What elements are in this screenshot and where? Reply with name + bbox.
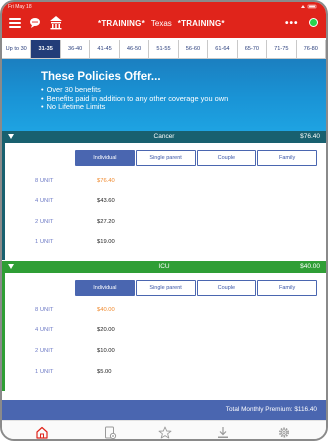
tab-individual[interactable]: Individual [75, 280, 135, 296]
unit-label: 2 UNIT [35, 219, 54, 225]
online-status-dot [309, 18, 318, 27]
age-tab[interactable]: 36-40 [61, 40, 91, 58]
unit-option-row[interactable]: 2 UNIT $10.00 [5, 346, 326, 358]
chat-icon[interactable] [29, 16, 43, 30]
status-bar: Fri May 18 [2, 2, 326, 12]
unit-price: $43.60 [97, 198, 115, 204]
benefit-item: No Lifetime Limits [41, 102, 228, 112]
tab-individual[interactable]: Individual [75, 150, 135, 166]
age-tab[interactable]: 41-45 [90, 40, 120, 58]
section-price: $40.00 [300, 263, 320, 270]
tab-family[interactable]: Family [257, 280, 317, 296]
tab-family[interactable]: Family [257, 150, 317, 166]
tab-couple[interactable]: Couple [196, 150, 257, 166]
unit-label: 4 UNIT [35, 198, 54, 204]
status-icons [300, 4, 318, 11]
policy-benefits-banner: These Policies Offer... Over 30 benefits… [2, 59, 326, 131]
cancer-section-body: Individual Single parent Couple Family 8… [2, 143, 326, 260]
age-tab[interactable]: 65-70 [238, 40, 268, 58]
icu-section-header[interactable]: ICU $40.00 [2, 261, 326, 273]
pavilion-logo-icon[interactable] [49, 15, 63, 30]
document-icon[interactable] [103, 426, 117, 439]
header-state: Texas [150, 19, 172, 28]
benefits-list: Over 30 benefits Benefits paid in additi… [41, 85, 229, 112]
unit-price: $10.00 [97, 348, 115, 354]
download-icon[interactable] [216, 426, 230, 439]
more-options-icon[interactable]: ••• [285, 19, 299, 29]
unit-label: 8 UNIT [35, 307, 54, 313]
unit-price: $20.00 [97, 327, 115, 333]
total-premium-bar: Total Monthly Premium: $116.40 [2, 400, 326, 420]
total-premium: Total Monthly Premium: $116.40 [226, 406, 317, 413]
banner-title: These Policies Offer... [41, 71, 161, 83]
header-title: *TRAINING* Texas *TRAINING* [98, 19, 225, 28]
age-tab[interactable]: 46-50 [120, 40, 150, 58]
unit-option-row[interactable]: 1 UNIT $19.00 [5, 237, 326, 249]
age-tab[interactable]: 76-80 [297, 40, 326, 58]
unit-option-row[interactable]: 1 UNIT $5.00 [5, 367, 326, 379]
coverage-type-tabs: Individual Single parent Couple Family [75, 150, 318, 166]
menu-icon[interactable] [9, 18, 21, 28]
cancer-section-header[interactable]: Cancer $76.40 [2, 131, 326, 143]
total-value: $116.40 [294, 406, 317, 413]
age-tab[interactable]: 61-64 [208, 40, 238, 58]
home-icon[interactable] [35, 426, 49, 439]
header-title-left: *TRAINING* [98, 19, 145, 28]
total-label: Total Monthly Premium: [225, 406, 293, 413]
gear-icon[interactable] [277, 426, 291, 439]
unit-label: 1 UNIT [35, 239, 54, 245]
age-tab[interactable]: 51-55 [149, 40, 179, 58]
unit-label: 2 UNIT [35, 348, 54, 354]
unit-price: $40.00 [97, 307, 115, 313]
tab-single-parent[interactable]: Single parent [135, 150, 196, 166]
star-icon[interactable] [158, 426, 172, 439]
unit-option-row[interactable]: 2 UNIT $27.20 [5, 217, 326, 229]
header-title-right: *TRAINING* [177, 19, 225, 28]
unit-option-row[interactable]: 4 UNIT $20.00 [5, 325, 326, 337]
unit-option-row[interactable]: 8 UNIT $40.00 [5, 305, 326, 317]
unit-price: $5.00 [97, 369, 112, 375]
tab-single-parent[interactable]: Single parent [135, 280, 196, 296]
unit-option-row[interactable]: 4 UNIT $43.60 [5, 196, 326, 208]
unit-label: 4 UNIT [35, 327, 54, 333]
app-screen: Fri May 18 *TRAINING* Texas *TRAINING* •… [0, 0, 328, 441]
icu-section-body: Individual Single parent Couple Family 8… [2, 273, 326, 391]
age-tab[interactable]: Up to 30 [2, 40, 32, 58]
unit-price: $76.40 [97, 178, 115, 184]
unit-option-row[interactable]: 8 UNIT $76.40 [5, 176, 326, 188]
age-tab[interactable]: 56-60 [179, 40, 209, 58]
tab-couple[interactable]: Couple [196, 280, 257, 296]
unit-label: 1 UNIT [35, 369, 54, 375]
status-time: Fri May 18 [8, 4, 32, 10]
top-bar: Fri May 18 *TRAINING* Texas *TRAINING* •… [2, 2, 326, 38]
bottom-navigation [2, 420, 326, 439]
age-range-tabs: Up to 30 31-35 36-40 41-45 46-50 51-55 5… [2, 40, 326, 59]
unit-price: $27.20 [97, 219, 115, 225]
section-name: ICU [158, 263, 170, 270]
section-price: $76.40 [300, 133, 320, 140]
unit-label: 8 UNIT [35, 178, 54, 184]
coverage-type-tabs: Individual Single parent Couple Family [75, 280, 318, 296]
unit-price: $19.00 [97, 239, 115, 245]
age-tab-selected[interactable]: 31-35 [31, 40, 61, 58]
section-name: Cancer [153, 133, 175, 140]
age-tab[interactable]: 71-75 [267, 40, 297, 58]
